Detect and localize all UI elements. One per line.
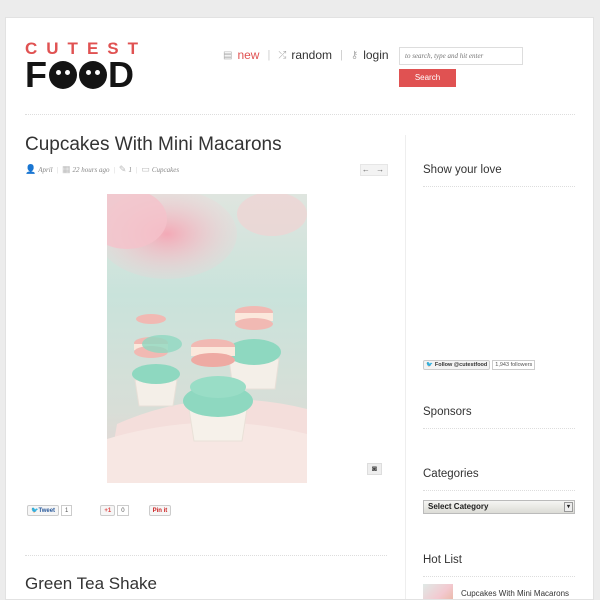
cupcakes-image [107, 194, 307, 483]
page-icon: ▤ [223, 49, 233, 61]
gplus-count: 0 [117, 505, 129, 516]
social-buttons: 🐦 Tweet 1 +1 0 Pin it [27, 505, 172, 516]
post-author[interactable]: April [38, 166, 52, 174]
site-logo[interactable]: CUTEST F D [25, 40, 147, 95]
post-title[interactable]: Cupcakes With Mini Macarons [25, 134, 282, 156]
folder-icon: ▭ [141, 164, 150, 174]
meta-separator: | [135, 165, 138, 174]
page-container: CUTEST F D ▤ new | ⤮ random | ⚷ login Se… [5, 17, 594, 600]
follow-label: Follow @cutestfood [434, 362, 488, 368]
chevron-down-icon: ▾ [564, 502, 573, 512]
pin-it-button[interactable]: Pin it [148, 505, 172, 516]
search-button[interactable]: Search [399, 69, 456, 87]
hot-list-item[interactable]: Cupcakes With Mini Macarons [423, 584, 569, 599]
sidebar-heading-hot-list: Hot List [423, 554, 462, 566]
camera-icon[interactable]: ◙ [367, 463, 382, 475]
main-nav: ▤ new | ⤮ random | ⚷ login [223, 48, 389, 62]
sidebar-divider [423, 490, 575, 491]
post-photo[interactable] [107, 194, 307, 483]
nav-separator: | [340, 49, 343, 61]
post-nav-arrows[interactable]: ← → [360, 164, 388, 176]
key-icon: ⚷ [350, 49, 359, 61]
logo-letter-d: D [108, 54, 135, 95]
twitter-icon: 🐦 [31, 508, 39, 514]
user-icon: 👤 [25, 164, 37, 174]
search-form: Search [399, 45, 523, 87]
hot-list-item-title[interactable]: Cupcakes With Mini Macarons [461, 589, 569, 598]
post-time: 22 hours ago [72, 165, 110, 174]
search-input[interactable] [399, 47, 523, 65]
twitter-icon: 🐦 [426, 362, 433, 368]
logo-face-icon [79, 61, 107, 89]
sidebar-divider [423, 186, 575, 187]
logo-face-icon [49, 61, 77, 89]
header-divider [25, 114, 575, 115]
meta-separator: | [56, 165, 59, 174]
shuffle-icon: ⤮ [278, 49, 287, 61]
follow-button[interactable]: 🐦 Follow @cutestfood [423, 360, 491, 370]
calendar-icon: ▦ [62, 164, 71, 174]
cupcake-back-right [227, 306, 281, 390]
nav-random-label: random [291, 48, 333, 62]
post-comments[interactable]: 1 [128, 166, 132, 174]
post-divider [25, 555, 387, 556]
sidebar-heading-categories: Categories [423, 468, 479, 480]
tweet-count: 1 [61, 505, 73, 516]
nav-new[interactable]: ▤ new [223, 48, 259, 62]
sidebar-heading-sponsors: Sponsors [423, 406, 472, 418]
post-meta: 👤 April | ▦ 22 hours ago | ✎ 1 | ▭ Cupca… [25, 164, 179, 175]
twitter-follow[interactable]: 🐦 Follow @cutestfood 1,943 followers [423, 360, 536, 370]
nav-new-label: new [237, 48, 260, 62]
meta-separator: | [113, 165, 115, 174]
logo-letter-f: F [25, 54, 48, 95]
tweet-button[interactable]: 🐦 Tweet [27, 505, 60, 516]
logo-bottom-text: F D [25, 54, 147, 95]
sidebar-divider [423, 428, 575, 429]
column-divider [405, 135, 406, 599]
tweet-label: Tweet [38, 507, 56, 514]
comment-icon: ✎ [118, 164, 127, 174]
nav-login[interactable]: ⚷ login [351, 48, 389, 62]
nav-random[interactable]: ⤮ random [278, 48, 332, 62]
sidebar-heading-show-love: Show your love [423, 164, 502, 176]
sidebar-divider [423, 576, 575, 577]
follower-count: 1,943 followers [492, 360, 536, 370]
nav-separator: | [267, 49, 271, 61]
hot-list-thumbnail[interactable] [423, 584, 453, 599]
next-post-title[interactable]: Green Tea Shake [25, 574, 157, 594]
nav-login-label: login [363, 48, 389, 62]
category-select-value: Select Category [428, 502, 489, 511]
category-select[interactable]: Select Category ▾ [423, 500, 575, 514]
gplus-button[interactable]: +1 [100, 505, 116, 516]
post-category[interactable]: Cupcakes [152, 166, 179, 174]
